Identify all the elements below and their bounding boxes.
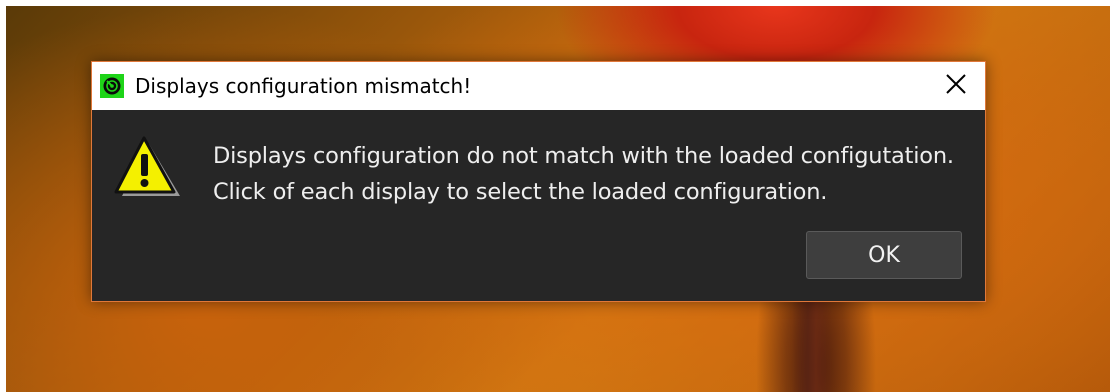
close-button[interactable] xyxy=(927,62,985,110)
dialog-title: Displays configuration mismatch! xyxy=(135,74,472,98)
mismatch-dialog: Displays configuration mismatch! Display… xyxy=(91,61,986,302)
close-icon xyxy=(945,73,967,99)
ok-button[interactable]: OK xyxy=(806,231,962,279)
dialog-titlebar: Displays configuration mismatch! xyxy=(92,62,985,110)
wallpaper-flower-stem xyxy=(792,296,832,392)
message-line-2: Click of each display to select the load… xyxy=(213,179,828,205)
desktop-wallpaper: Displays configuration mismatch! Display… xyxy=(6,6,1110,392)
warning-icon xyxy=(114,134,180,200)
dialog-message: Displays configuration do not match with… xyxy=(213,138,954,210)
app-logo-icon xyxy=(100,74,124,98)
message-line-1: Displays configuration do not match with… xyxy=(213,143,954,169)
